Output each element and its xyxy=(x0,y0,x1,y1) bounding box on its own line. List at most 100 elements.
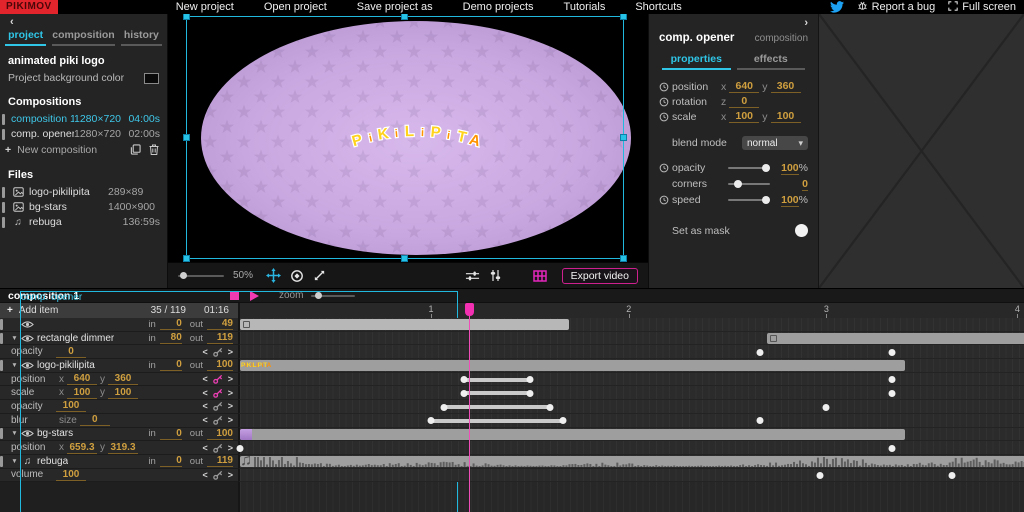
keyframe-dot[interactable] xyxy=(816,472,823,479)
export-video-button[interactable]: Export video xyxy=(562,268,638,284)
value-field[interactable]: 0 xyxy=(729,95,759,108)
keyframe-dot[interactable] xyxy=(757,417,764,424)
keyframe-dot[interactable] xyxy=(889,349,896,356)
clip-bar[interactable] xyxy=(767,333,1024,344)
keyframe-dot[interactable] xyxy=(948,472,955,479)
selection-handle[interactable] xyxy=(620,14,627,20)
selection-handle[interactable] xyxy=(401,255,408,262)
keyframe-dot[interactable] xyxy=(237,445,244,452)
full-screen-button[interactable]: Full screen xyxy=(948,1,1016,14)
track-lane[interactable] xyxy=(238,373,1024,387)
track-lane[interactable] xyxy=(238,400,1024,414)
expand-caret-icon[interactable]: ▼ xyxy=(9,458,20,465)
selection-handle[interactable] xyxy=(183,255,190,262)
clip-bar[interactable] xyxy=(240,319,569,330)
value-field[interactable]: 100 xyxy=(781,194,799,207)
menu-item-shortcuts[interactable]: Shortcuts xyxy=(635,1,681,13)
selection-handle[interactable] xyxy=(401,14,408,20)
tab-properties[interactable]: properties xyxy=(662,53,731,70)
collapse-right-icon[interactable]: › xyxy=(804,17,808,29)
keyframe-segment[interactable] xyxy=(464,391,530,395)
clip-bar[interactable]: PiKiLiPiTA xyxy=(240,360,905,371)
menu-item-save-project-as[interactable]: Save project as xyxy=(357,1,433,13)
stopwatch-icon[interactable] xyxy=(659,82,672,92)
keyframe-dot[interactable] xyxy=(559,417,566,424)
menu-item-tutorials[interactable]: Tutorials xyxy=(564,1,606,13)
track-lane[interactable] xyxy=(238,332,1024,346)
keyframe-dot[interactable] xyxy=(546,404,553,411)
clip-bar[interactable] xyxy=(240,429,905,440)
collapse-left-icon[interactable]: ‹ xyxy=(0,14,167,28)
track-lane[interactable] xyxy=(238,469,1024,483)
track-lane[interactable]: ♫ xyxy=(238,455,1024,469)
composition-row[interactable]: composition 11280×72004:00s xyxy=(2,112,167,126)
selection-box[interactable] xyxy=(186,16,624,259)
drag-handle[interactable] xyxy=(2,217,5,228)
drag-handle[interactable] xyxy=(0,333,3,344)
keyframe-segment[interactable] xyxy=(431,419,563,423)
stopwatch-icon[interactable] xyxy=(659,195,672,205)
drag-handle[interactable] xyxy=(0,360,3,371)
canvas-zoom-slider[interactable] xyxy=(178,275,224,277)
value-field[interactable]: 100 xyxy=(771,110,801,123)
track-lane[interactable] xyxy=(238,318,1024,332)
menu-item-new-project[interactable]: New project xyxy=(176,1,234,13)
slider-knob[interactable] xyxy=(762,164,770,172)
selection-handle[interactable] xyxy=(183,134,190,141)
track-lane[interactable] xyxy=(238,414,1024,428)
scale-tool-icon[interactable] xyxy=(313,269,326,282)
new-composition-button[interactable]: + New composition xyxy=(0,142,167,157)
keyframe-dot[interactable] xyxy=(889,390,896,397)
preview-stage[interactable]: PiKiLiPiTA xyxy=(168,14,648,262)
tab-history[interactable]: history xyxy=(121,29,162,46)
trash-icon[interactable] xyxy=(149,144,159,155)
app-logo[interactable]: PIKIMOV xyxy=(0,0,58,14)
composition-row[interactable]: comp. opener1280×72002:00s xyxy=(2,127,167,141)
menu-item-open-project[interactable]: Open project xyxy=(264,1,327,13)
blend-mode-select[interactable]: normal ▾ xyxy=(742,136,808,150)
mask-toggle[interactable] xyxy=(795,224,808,237)
track-lane[interactable] xyxy=(238,345,1024,359)
file-row[interactable]: bg-stars1400×900 xyxy=(2,200,167,214)
stopwatch-icon[interactable] xyxy=(659,163,672,173)
track-lane[interactable] xyxy=(238,441,1024,455)
keyframe-dot[interactable] xyxy=(823,404,830,411)
keyframe-dot[interactable] xyxy=(461,376,468,383)
grid-icon[interactable] xyxy=(533,270,547,282)
tab-effects[interactable]: effects xyxy=(737,53,806,70)
keyframe-dot[interactable] xyxy=(889,445,896,452)
playhead-handle[interactable] xyxy=(465,303,474,316)
tab-composition[interactable]: composition xyxy=(52,29,114,46)
clip-bar[interactable]: ♫ xyxy=(240,456,1024,467)
vertical-sliders-icon[interactable] xyxy=(489,269,502,282)
value-field[interactable]: 640 xyxy=(729,80,759,93)
tab-project[interactable]: project xyxy=(5,29,46,46)
drag-handle[interactable] xyxy=(2,129,5,140)
drag-handle[interactable] xyxy=(0,456,3,467)
menu-item-demo-projects[interactable]: Demo projects xyxy=(463,1,534,13)
expand-caret-icon[interactable]: ▼ xyxy=(9,362,20,369)
slider-track[interactable] xyxy=(728,183,770,185)
slider-knob[interactable] xyxy=(734,180,742,188)
expand-caret-icon[interactable]: ▼ xyxy=(9,335,20,342)
selection-handle[interactable] xyxy=(183,14,190,20)
keyframe-dot[interactable] xyxy=(889,376,896,383)
keyframe-dot[interactable] xyxy=(526,390,533,397)
track-lane[interactable]: PiKiLiPiTA xyxy=(238,359,1024,373)
drag-handle[interactable] xyxy=(2,202,5,213)
selection-handle[interactable] xyxy=(620,255,627,262)
value-field[interactable]: 0 xyxy=(802,178,808,191)
drag-handle[interactable] xyxy=(0,319,3,330)
value-field[interactable]: 100 xyxy=(781,162,799,175)
keyframe-segment[interactable] xyxy=(444,405,549,409)
stopwatch-icon[interactable] xyxy=(659,97,672,107)
drag-handle[interactable] xyxy=(2,187,5,198)
slider-knob[interactable] xyxy=(762,196,770,204)
keyframe-dot[interactable] xyxy=(461,390,468,397)
report-bug-button[interactable]: Report a bug xyxy=(857,0,936,14)
rotate-tool-icon[interactable] xyxy=(290,269,304,283)
selection-handle[interactable] xyxy=(620,134,627,141)
value-field[interactable]: 100 xyxy=(729,110,759,123)
twitter-icon[interactable] xyxy=(830,1,844,13)
horizontal-sliders-icon[interactable] xyxy=(465,270,480,282)
